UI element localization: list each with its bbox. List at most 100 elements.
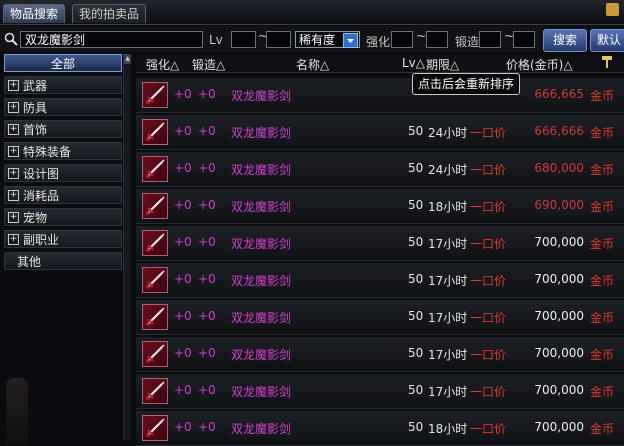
character-silhouette (6, 378, 28, 444)
lv-label: Lv (209, 33, 223, 47)
expand-icon[interactable]: + (8, 124, 19, 135)
category-pet[interactable]: + 宠物 (4, 208, 122, 226)
search-button[interactable]: 搜索 (543, 29, 587, 52)
expand-icon[interactable]: + (8, 234, 19, 245)
sword-icon[interactable] (142, 378, 168, 404)
enhance-value: +0 (174, 161, 192, 175)
expand-icon[interactable]: + (8, 102, 19, 113)
enhance-value: +0 (174, 346, 192, 360)
sidebar-scrollbar[interactable]: ▲ (123, 54, 131, 440)
category-special-equipment[interactable]: + 特殊装备 (4, 142, 122, 160)
category-consumable[interactable]: + 消耗品 (4, 186, 122, 204)
expand-icon[interactable]: + (8, 146, 19, 157)
sword-icon[interactable] (142, 415, 168, 441)
category-label: 首饰 (23, 123, 48, 137)
item-name: 双龙魔影剑 (231, 237, 292, 251)
currency-label: 金币 (590, 237, 615, 251)
forge-value: +0 (198, 198, 216, 212)
item-period: 18小时 (428, 422, 468, 436)
forge-max-input[interactable] (513, 31, 535, 48)
sort-period[interactable]: 期限△ (426, 56, 459, 73)
enhance-value: +0 (174, 235, 192, 249)
table-row[interactable]: +0 +0 双龙魔影剑 50 17小时 一口价 700,000 金币 (136, 300, 624, 335)
sword-icon[interactable] (142, 82, 168, 108)
expand-icon[interactable]: + (8, 190, 19, 201)
category-all[interactable]: 全部 (4, 54, 122, 72)
sword-icon[interactable] (142, 267, 168, 293)
sort-price[interactable]: 价格(金币)△ (506, 56, 573, 73)
forge-min-input[interactable] (479, 31, 501, 48)
forge-value: +0 (198, 309, 216, 323)
enhance-value: +0 (174, 87, 192, 101)
item-name: 双龙魔影剑 (231, 200, 292, 214)
category-label: 防具 (23, 101, 48, 115)
table-row[interactable]: +0 +0 双龙魔影剑 50 17小时 一口价 700,000 金币 (136, 337, 624, 372)
table-row[interactable]: +0 +0 双龙魔影剑 666,665 金币 (136, 78, 624, 113)
sword-icon[interactable] (142, 156, 168, 182)
item-name: 双龙魔影剑 (231, 163, 292, 177)
category-other[interactable]: 其他 (4, 252, 122, 270)
expand-icon[interactable]: + (8, 168, 19, 179)
sort-lv[interactable]: Lv△ (402, 56, 425, 70)
item-name: 双龙魔影剑 (231, 385, 292, 399)
item-level: 50 (408, 272, 424, 286)
sale-type: 一口价 (470, 200, 507, 214)
rarity-value: 稀有度 (299, 33, 336, 47)
sword-icon[interactable] (142, 193, 168, 219)
default-button[interactable]: 默认 (590, 29, 624, 52)
enhance-value: +0 (174, 272, 192, 286)
lv-min-input[interactable] (231, 31, 256, 48)
enhance-value: +0 (174, 420, 192, 434)
sort-name[interactable]: 名称△ (296, 56, 329, 73)
sword-icon[interactable] (142, 119, 168, 145)
table-row[interactable]: +0 +0 双龙魔影剑 50 18小时 一口价 690,000 金币 (136, 189, 624, 224)
category-armor[interactable]: + 防具 (4, 98, 122, 116)
tab-item-search[interactable]: 物品搜索 (3, 4, 66, 23)
category-blueprint[interactable]: + 设计图 (4, 164, 122, 182)
search-input[interactable]: 双龙魔影剑 (20, 31, 203, 48)
category-weapon[interactable]: + 武器 (4, 76, 122, 94)
table-row[interactable]: +0 +0 双龙魔影剑 50 18小时 一口价 700,000 金币 (136, 411, 624, 446)
window-menu-icon[interactable] (606, 3, 619, 16)
sale-type: 一口价 (470, 163, 507, 177)
scroll-up-icon[interactable]: ▲ (124, 54, 131, 64)
sword-icon[interactable] (142, 230, 168, 256)
item-price: 700,000 (534, 383, 584, 397)
expand-icon[interactable]: + (8, 80, 19, 91)
item-level: 50 (408, 235, 424, 249)
sale-type: 一口价 (470, 126, 507, 140)
lv-max-input[interactable] (266, 31, 291, 48)
category-accessory[interactable]: + 首饰 (4, 120, 122, 138)
enhance-min-input[interactable] (391, 31, 413, 48)
item-price: 700,000 (534, 235, 584, 249)
enhance-max-input[interactable] (426, 31, 448, 48)
sword-icon[interactable] (142, 304, 168, 330)
item-price: 666,665 (534, 87, 584, 101)
currency-label: 金币 (590, 89, 615, 103)
category-sub-profession[interactable]: + 副职业 (4, 230, 122, 248)
table-row[interactable]: +0 +0 双龙魔影剑 50 24小时 一口价 666,666 金币 (136, 115, 624, 150)
item-period: 17小时 (428, 385, 468, 399)
category-label: 副职业 (23, 233, 60, 247)
item-price: 680,000 (534, 161, 584, 175)
tab-my-auctions[interactable]: 我的拍卖品 (72, 4, 147, 23)
item-level: 50 (408, 309, 424, 323)
expand-icon[interactable]: + (8, 212, 19, 223)
table-row[interactable]: +0 +0 双龙魔影剑 50 24小时 一口价 680,000 金币 (136, 152, 624, 187)
table-row[interactable]: +0 +0 双龙魔影剑 50 17小时 一口价 700,000 金币 (136, 374, 624, 409)
chevron-down-icon (343, 33, 358, 48)
item-level: 50 (408, 383, 424, 397)
rarity-select[interactable]: 稀有度 (295, 31, 360, 48)
item-period: 24小时 (428, 163, 468, 177)
sword-icon[interactable] (142, 341, 168, 367)
item-name: 双龙魔影剑 (231, 126, 292, 140)
item-price: 690,000 (534, 198, 584, 212)
currency-label: 金币 (590, 348, 615, 362)
table-row[interactable]: +0 +0 双龙魔影剑 50 17小时 一口价 700,000 金币 (136, 226, 624, 261)
table-row[interactable]: +0 +0 双龙魔影剑 50 17小时 一口价 700,000 金币 (136, 263, 624, 298)
sort-enhance[interactable]: 强化△ (146, 56, 179, 73)
sale-type: 一口价 (470, 274, 507, 288)
forge-value: +0 (198, 383, 216, 397)
category-label: 宠物 (23, 211, 48, 225)
sort-forge[interactable]: 锻造△ (192, 56, 225, 73)
